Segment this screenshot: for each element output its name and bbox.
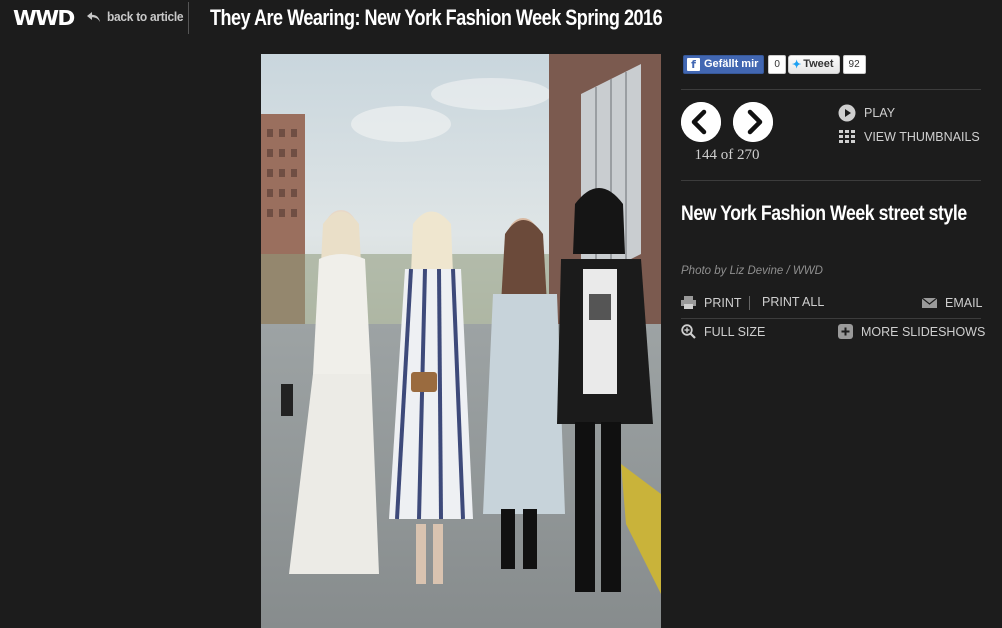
facebook-icon: f: [687, 57, 700, 71]
email-label: EMAIL: [945, 295, 983, 310]
print-label: PRINT: [704, 295, 742, 310]
action-separator: [749, 296, 750, 310]
play-label: PLAY: [864, 106, 896, 120]
magnifier-plus-icon: [681, 324, 696, 339]
street-style-photo-illustration: [261, 54, 661, 628]
facebook-like-button[interactable]: f Gefällt mir: [683, 54, 765, 74]
chevron-left-icon: [681, 102, 721, 142]
reply-arrow-icon: [87, 11, 100, 22]
tweet-label: Tweet: [803, 58, 834, 70]
more-slideshows-label: MORE SLIDESHOWS: [861, 324, 986, 339]
view-thumbnails-button[interactable]: VIEW THUMBNAILS: [838, 128, 980, 146]
header-divider: [188, 2, 189, 34]
slide-title: New York Fashion Week street style: [681, 202, 967, 225]
back-to-article-label: back to article: [107, 9, 184, 24]
grid-icon: [839, 130, 855, 143]
email-button[interactable]: EMAIL: [922, 295, 983, 310]
more-slideshows-button[interactable]: MORE SLIDESHOWS: [838, 324, 985, 339]
twitter-bird-icon: ✦: [791, 58, 802, 71]
divider: [681, 180, 981, 181]
divider: [681, 318, 981, 319]
chevron-right-icon: [733, 102, 773, 142]
social-share-bar: f Gefällt mir 0 ✦ Tweet 92: [683, 54, 866, 74]
divider: [681, 89, 981, 90]
view-thumbnails-label: VIEW THUMBNAILS: [864, 130, 980, 144]
slideshow-photo[interactable]: [261, 54, 661, 628]
full-size-button[interactable]: FULL SIZE: [681, 324, 765, 339]
next-slide-button[interactable]: [733, 102, 773, 142]
plus-icon: [838, 324, 853, 339]
tweet-button[interactable]: ✦ Tweet: [787, 54, 840, 74]
facebook-like-count: 0: [768, 54, 786, 74]
slide-counter: 144 of 270: [694, 147, 760, 163]
page-title: They Are Wearing: New York Fashion Week …: [210, 5, 663, 30]
envelope-icon: [922, 297, 937, 308]
wwd-logo[interactable]: WWD: [13, 6, 75, 30]
print-all-label: PRINT ALL: [762, 295, 825, 309]
tweet-count: 92: [842, 54, 866, 74]
facebook-like-label: Gefällt mir: [704, 58, 759, 70]
play-icon: [838, 104, 856, 122]
back-to-article-link[interactable]: back to article: [86, 9, 190, 24]
previous-slide-button[interactable]: [681, 102, 721, 142]
photo-credit: Photo by Liz Devine / WWD: [681, 265, 823, 277]
full-size-label: FULL SIZE: [704, 324, 766, 339]
printer-icon: [681, 296, 696, 309]
play-button[interactable]: PLAY: [838, 104, 895, 122]
top-header: WWD back to article They Are Wearing: Ne…: [0, 0, 1002, 38]
print-all-button[interactable]: PRINT ALL: [762, 295, 824, 309]
print-button[interactable]: PRINT: [681, 295, 742, 310]
